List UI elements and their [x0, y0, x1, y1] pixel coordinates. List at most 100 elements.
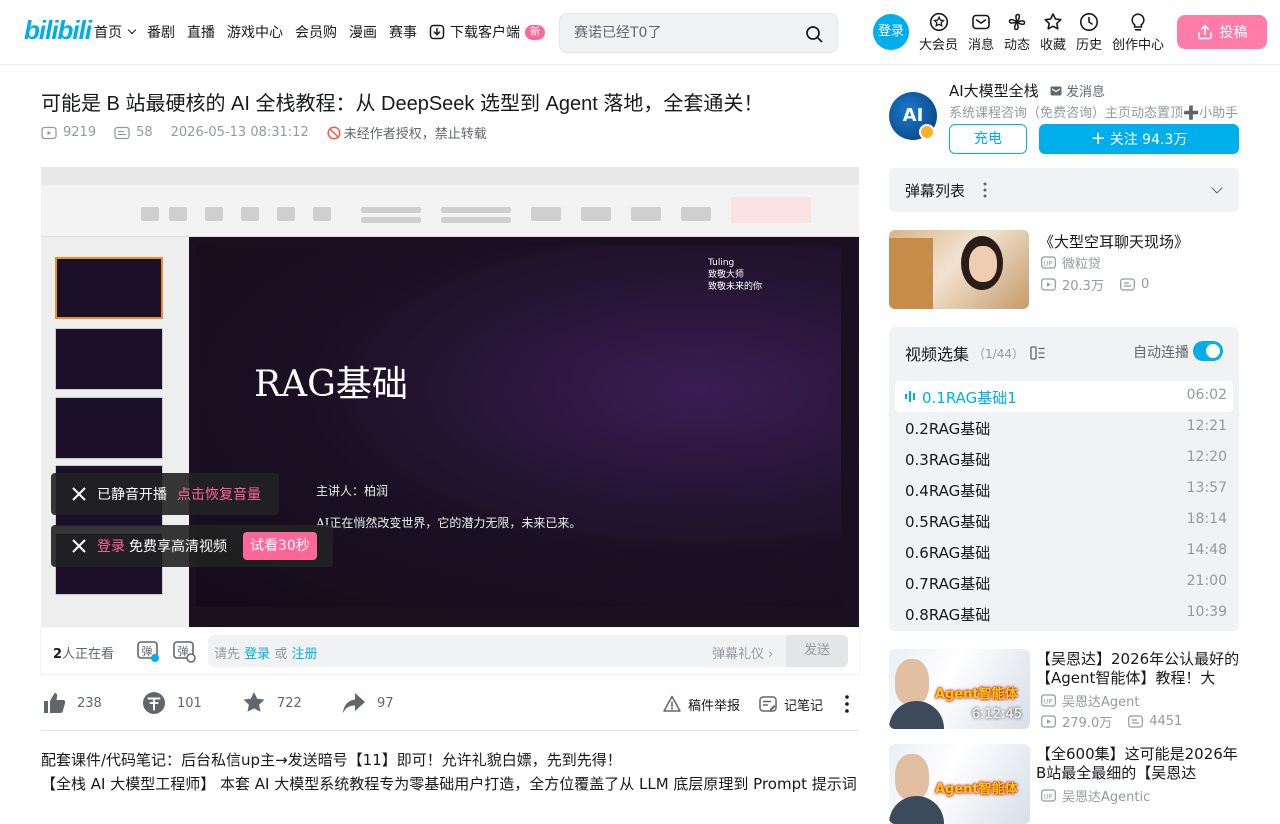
- plus-icon: +: [1090, 128, 1106, 149]
- recommend-views: 20.3万: [1062, 279, 1104, 294]
- uploader-name[interactable]: AI大模型全栈: [949, 80, 1039, 101]
- video-player[interactable]: Tuling 致敬大师 致敬未来的你 RAG基础 主讲人：柏润 AI正在悄然改变…: [41, 167, 859, 628]
- episode-item[interactable]: 0.6RAG基础 14:48: [895, 536, 1233, 567]
- play-count-icon: [1041, 278, 1056, 291]
- danmaku-send-button[interactable]: 发送: [786, 635, 848, 667]
- recommend-up[interactable]: UP 吴恩达Agent: [1041, 691, 1139, 710]
- episode-item[interactable]: 0.3RAG基础 12:20: [895, 443, 1233, 474]
- favorite-button[interactable]: 722: [241, 690, 302, 716]
- danmaku-input[interactable]: 请先 登录 或 注册 弹幕礼仪 › 发送: [208, 635, 848, 667]
- note-label: 记笔记: [784, 698, 824, 714]
- more-dots-icon[interactable]: [843, 694, 851, 714]
- recommend-up[interactable]: UP 吴恩达Agentic: [1041, 786, 1150, 805]
- like-count: 238: [77, 695, 102, 711]
- upload-button[interactable]: 投稿: [1177, 15, 1267, 49]
- login-avatar-button[interactable]: 登录: [873, 14, 909, 50]
- nav-download-client[interactable]: 下载客户端 新: [429, 22, 545, 42]
- coin-count: 101: [177, 695, 202, 711]
- episode-name: 0.7RAG基础: [905, 575, 991, 593]
- episode-item[interactable]: 0.2RAG基础 12:21: [895, 412, 1233, 443]
- vip-entry[interactable]: 大会员: [919, 12, 958, 53]
- creator-center-entry[interactable]: 创作中心: [1112, 12, 1164, 53]
- close-icon[interactable]: [71, 486, 87, 502]
- danmaku-register-link[interactable]: 注册: [291, 647, 317, 662]
- follow-button[interactable]: + 关注 94.3万: [1039, 124, 1239, 154]
- nav-manga[interactable]: 漫画: [349, 22, 377, 42]
- episode-name: 0.4RAG基础: [905, 482, 991, 500]
- danmaku-login-prompt: 请先 登录 或 注册: [214, 643, 317, 662]
- playing-wave-icon: [905, 391, 915, 402]
- share-button[interactable]: 97: [341, 690, 394, 716]
- dynamic-entry[interactable]: 动态: [1004, 12, 1030, 53]
- recommend-danmaku: 4451: [1149, 714, 1183, 729]
- charge-button[interactable]: 充电: [949, 124, 1027, 154]
- episode-name: 0.5RAG基础: [905, 513, 991, 531]
- toast-login-link[interactable]: 登录: [97, 536, 125, 556]
- nav-game-center[interactable]: 游戏中心: [227, 22, 283, 42]
- danmaku-login-link[interactable]: 登录: [244, 647, 270, 662]
- recommend-title[interactable]: 【全600集】这可能是2026年B站最全最细的【吴恩达Agent...: [1036, 745, 1240, 783]
- autoplay-toggle[interactable]: [1193, 341, 1223, 361]
- slide-title: RAG基础: [254, 364, 408, 405]
- like-button[interactable]: 238: [41, 690, 102, 716]
- new-badge: 新: [525, 24, 545, 40]
- send-message-link[interactable]: 发消息: [1050, 81, 1105, 100]
- list-view-icon[interactable]: [1030, 345, 1046, 361]
- nav-home[interactable]: 首页: [94, 22, 137, 42]
- toolbar-divider: [41, 730, 859, 731]
- search-input[interactable]: [560, 14, 800, 52]
- prompt-or: 或: [274, 647, 288, 662]
- mute-toast-text: 已静音开播: [97, 487, 167, 503]
- search-icon[interactable]: [805, 25, 823, 43]
- recommend-thumbnail[interactable]: Agent智能体 6:12:45: [889, 649, 1030, 729]
- danmaku-icon: [1120, 278, 1135, 291]
- recommend-thumbnail[interactable]: Agent智能体: [889, 744, 1030, 824]
- prompt-prefix: 请先: [214, 647, 241, 662]
- nav-mall[interactable]: 会员购: [295, 22, 337, 42]
- download-label: 下载客户端: [450, 25, 520, 41]
- bilibili-logo[interactable]: bilibili: [24, 15, 92, 46]
- danmaku-etiquette-link[interactable]: 弹幕礼仪 ›: [712, 643, 773, 662]
- episode-item[interactable]: 0.4RAG基础 13:57: [895, 474, 1233, 505]
- episode-duration: 13:57: [1186, 480, 1227, 496]
- slide-brand-line-2: 致敬未来的你: [708, 282, 763, 292]
- episode-item[interactable]: 0.5RAG基础 18:14: [895, 505, 1233, 536]
- slide-thumb-1: [55, 257, 163, 319]
- favorites-entry[interactable]: 收藏: [1040, 12, 1066, 53]
- danmaku-settings-icon[interactable]: 弹: [172, 639, 196, 663]
- episode-item[interactable]: 0.7RAG基础 21:00: [895, 567, 1233, 598]
- danmaku-toggle-icon[interactable]: 弹: [136, 639, 160, 663]
- danmaku-list-panel[interactable]: 弹幕列表: [889, 168, 1239, 212]
- history-entry[interactable]: 历史: [1076, 12, 1102, 53]
- svg-text:UP: UP: [1044, 792, 1053, 800]
- episode-duration: 10:39: [1186, 604, 1227, 620]
- thumbnail-tag: Agent智能体: [935, 687, 1018, 702]
- ppt-slide-thumbnails: [41, 237, 189, 628]
- try-30s-button[interactable]: 试看30秒: [243, 532, 317, 560]
- up-badge-icon: UP: [1041, 256, 1056, 269]
- close-icon[interactable]: [71, 538, 87, 554]
- episode-item[interactable]: 0.1RAG基础1 06:02: [895, 381, 1233, 412]
- nav-live[interactable]: 直播: [187, 22, 215, 42]
- message-entry[interactable]: 消息: [968, 12, 994, 53]
- nav-anime[interactable]: 番剧: [147, 22, 175, 42]
- recommend-thumbnail[interactable]: [889, 230, 1029, 309]
- send-message-label: 发消息: [1066, 85, 1106, 100]
- recommend-title[interactable]: 【吴恩达】2026年公认最好的【Agent智能体】教程！大佬...: [1036, 650, 1240, 688]
- etiquette-label: 弹幕礼仪: [712, 647, 765, 662]
- restore-volume-link[interactable]: 点击恢复音量: [177, 484, 261, 504]
- autoplay-label: 自动连播: [1133, 345, 1189, 361]
- vip-icon: [929, 12, 948, 32]
- recommend-title[interactable]: 《大型空耳聊天现场》: [1039, 231, 1189, 252]
- nav-esports[interactable]: 赛事: [389, 22, 417, 42]
- recommend-up[interactable]: UP 微粒贷: [1041, 253, 1101, 272]
- note-button[interactable]: 记笔记: [758, 694, 823, 714]
- coin-button[interactable]: 101: [141, 690, 202, 716]
- ppt-toolbar-graphic: [141, 197, 811, 223]
- recommend-views: 279.0万: [1062, 716, 1113, 731]
- more-dots-icon[interactable]: [983, 182, 987, 198]
- video-meta: 9219 58 2026-05-13 08:31:12 未经作者授权，禁止转载: [41, 123, 505, 142]
- episode-item[interactable]: 0.8RAG基础 10:39: [895, 598, 1233, 629]
- report-button[interactable]: 稿件举报: [662, 694, 740, 714]
- thumbnail-face: [895, 659, 929, 705]
